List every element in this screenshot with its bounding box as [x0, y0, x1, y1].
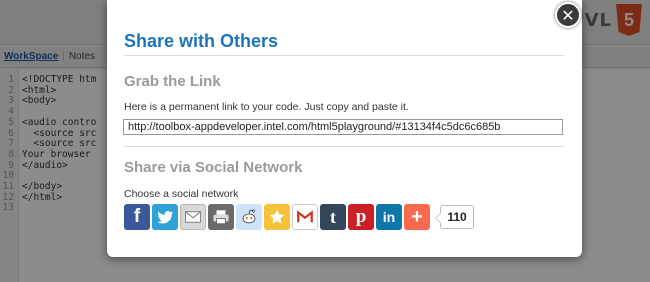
share-pinterest-button[interactable]: p: [348, 204, 374, 230]
email-icon: [185, 211, 201, 223]
share-reddit-button[interactable]: [236, 204, 262, 230]
more-icon: +: [411, 206, 423, 228]
close-icon: ✕: [561, 5, 575, 25]
print-button[interactable]: [208, 204, 234, 230]
linkedin-icon: in: [382, 209, 396, 225]
social-heading: Share via Social Network: [124, 159, 303, 176]
reddit-icon: [242, 209, 256, 224]
share-twitter-button[interactable]: [152, 204, 178, 230]
add-favorites-button[interactable]: [264, 204, 290, 230]
share-email-button[interactable]: [180, 204, 206, 230]
close-dialog-button[interactable]: ✕: [555, 2, 581, 28]
share-linkedin-button[interactable]: in: [376, 204, 402, 230]
pinterest-icon: p: [355, 206, 367, 227]
grab-link-heading: Grab the Link: [124, 73, 221, 90]
grab-link-description: Here is a permanent link to your code. J…: [124, 101, 409, 113]
print-icon: [213, 210, 229, 225]
share-gmail-button[interactable]: [292, 204, 318, 230]
dialog-title: Share with Others: [124, 31, 279, 51]
share-tumblr-button[interactable]: t: [320, 204, 346, 230]
tumblr-icon: t: [330, 206, 336, 227]
divider: [124, 146, 564, 147]
facebook-icon: f: [133, 206, 141, 227]
gmail-icon: [297, 210, 313, 223]
social-subtext: Choose a social network: [124, 188, 239, 200]
share-count-badge: 110: [435, 205, 474, 229]
twitter-icon: [157, 210, 174, 224]
more-share-options-button[interactable]: +: [404, 204, 430, 230]
permalink-field[interactable]: [123, 119, 563, 135]
share-facebook-button[interactable]: f: [124, 204, 150, 230]
social-buttons: f t p in + 110: [124, 203, 474, 231]
share-dialog: Share with Others Grab the Link Here is …: [107, 0, 582, 257]
divider: [124, 55, 564, 56]
favorites-icon: [269, 209, 285, 224]
